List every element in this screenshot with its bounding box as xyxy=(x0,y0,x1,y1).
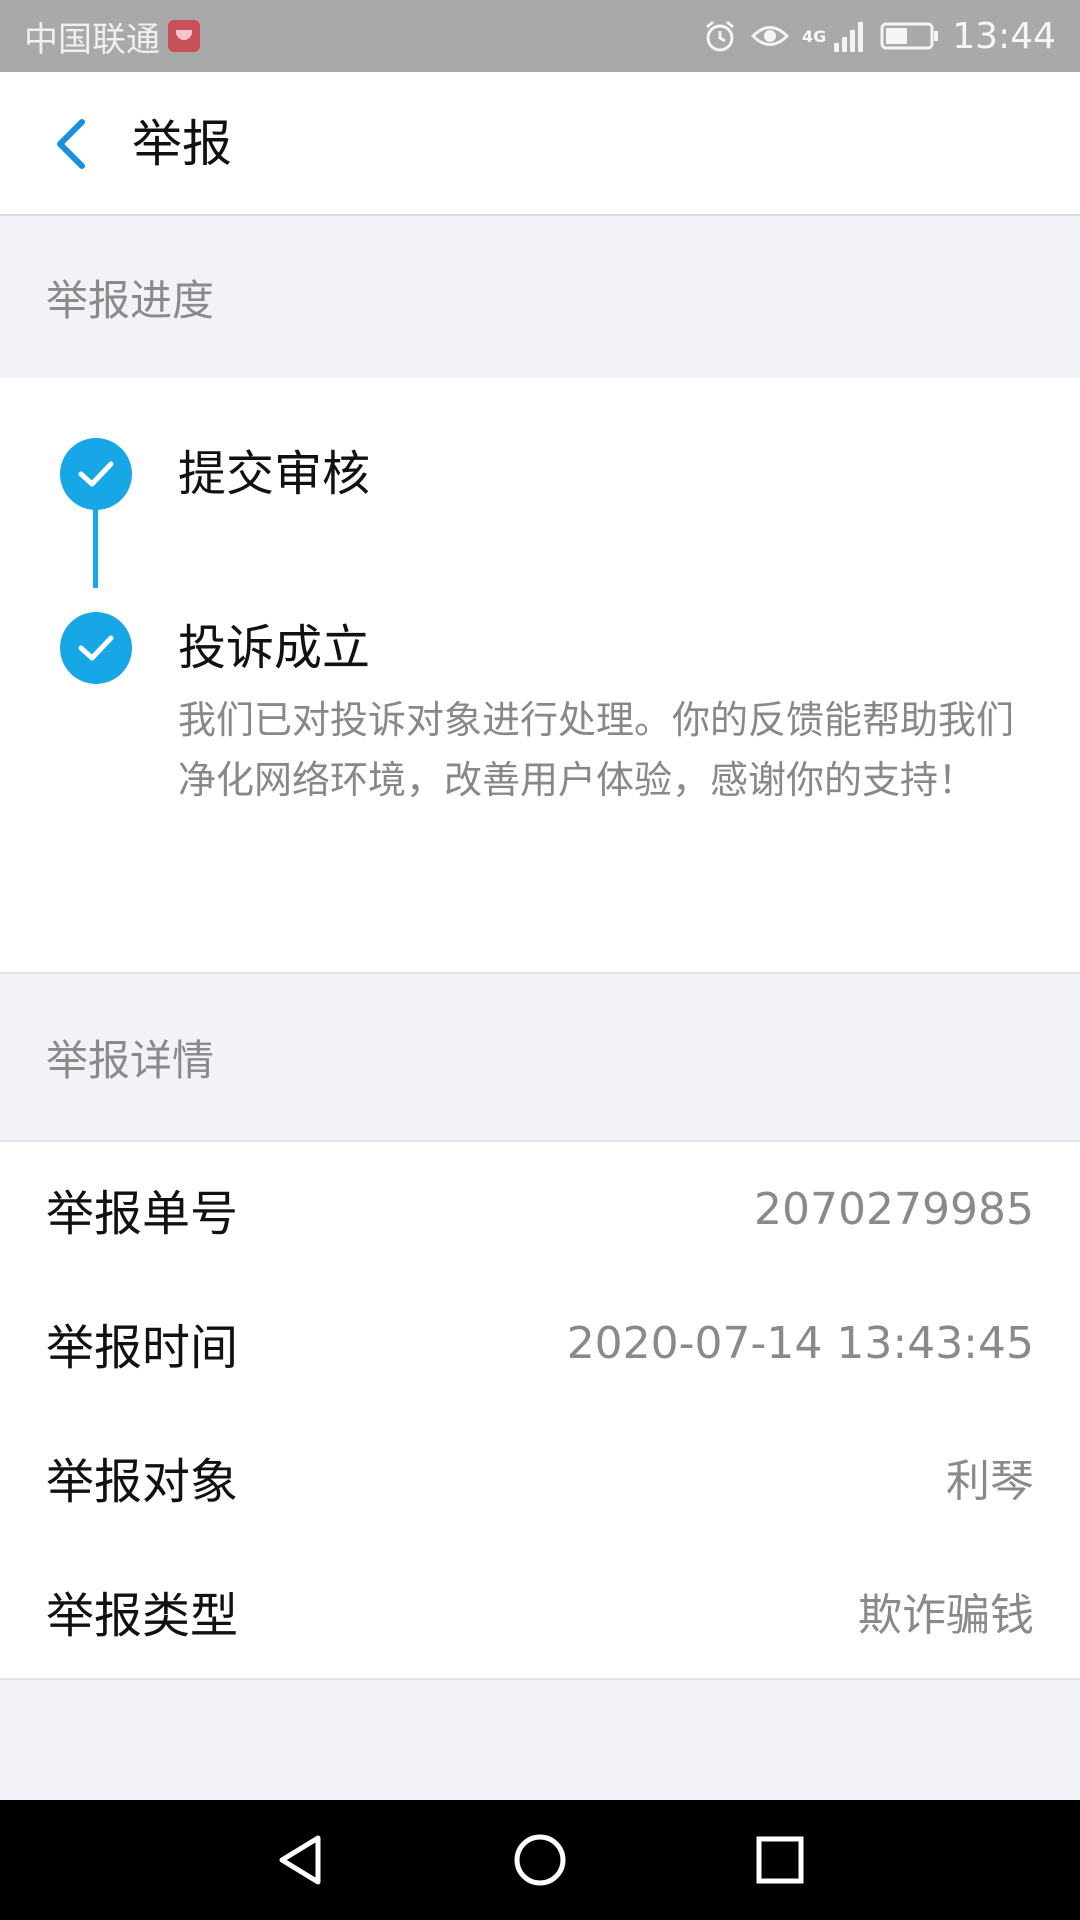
nav-recent-button[interactable] xyxy=(748,1828,812,1892)
step-2-description: 我们已对投诉对象进行处理。你的反馈能帮助我们净化网络环境，改善用户体验，感谢你的… xyxy=(178,698,1015,802)
details-section-header: 举报详情 xyxy=(0,974,1080,1140)
details-section-title: 举报详情 xyxy=(46,1035,215,1085)
detail-label: 举报类型 xyxy=(46,1588,239,1644)
detail-row-report-time: 举报时间 2020-07-14 13:43:45 xyxy=(0,1276,1080,1410)
detail-value: 利琴 xyxy=(946,1456,1034,1507)
page-title: 举报 xyxy=(132,115,232,173)
carrier-info: 中国联通 xyxy=(24,12,200,61)
progress-section-header: 举报进度 xyxy=(0,216,1080,378)
alarm-icon xyxy=(706,20,734,52)
step-2-title: 投诉成立 xyxy=(178,620,371,676)
eye-comfort-icon xyxy=(750,26,790,46)
step-1-check-icon xyxy=(60,438,132,510)
progress-section-title: 举报进度 xyxy=(46,275,215,325)
detail-row-report-id: 举报单号 2070279985 xyxy=(0,1142,1080,1276)
battery-icon xyxy=(880,22,939,50)
carrier-name: 中国联通 xyxy=(24,19,160,60)
detail-row-report-type: 举报类型 欺诈骗钱 xyxy=(0,1544,1080,1678)
carrier-app-icon xyxy=(168,20,200,52)
signal-icon xyxy=(834,22,864,52)
step-2-check-icon xyxy=(60,612,132,684)
system-nav-bar xyxy=(0,1800,1080,1920)
circle-home-icon xyxy=(514,1834,566,1886)
status-bar: 中国联通 4G 13:44 xyxy=(0,0,1080,72)
detail-label: 举报单号 xyxy=(46,1186,239,1242)
nav-home-button[interactable] xyxy=(508,1828,572,1892)
details-panel: 举报单号 2070279985 举报时间 2020-07-14 13:43:45… xyxy=(0,1140,1080,1680)
chevron-left-icon xyxy=(57,119,85,169)
progress-panel: 提交审核 投诉成立 我们已对投诉对象进行处理。你的反馈能帮助我们净化网络环境，改… xyxy=(0,378,1080,974)
detail-value: 2070279985 xyxy=(754,1183,1034,1235)
triangle-back-icon xyxy=(279,1835,321,1885)
status-time: 13:44 xyxy=(952,15,1056,57)
detail-label: 举报对象 xyxy=(46,1454,239,1510)
detail-row-report-target: 举报对象 利琴 xyxy=(0,1410,1080,1544)
nav-back-button[interactable] xyxy=(268,1828,332,1892)
back-button[interactable] xyxy=(40,112,100,176)
status-icons: 4G 13:44 xyxy=(702,16,1056,57)
detail-value: 欺诈骗钱 xyxy=(858,1590,1034,1641)
step-1-title: 提交审核 xyxy=(178,446,371,502)
network-type: 4G xyxy=(801,26,827,46)
app-header: 举报 xyxy=(0,72,1080,216)
square-recent-icon xyxy=(756,1836,804,1884)
detail-value: 2020-07-14 13:43:45 xyxy=(566,1317,1034,1369)
detail-label: 举报时间 xyxy=(46,1320,239,1376)
